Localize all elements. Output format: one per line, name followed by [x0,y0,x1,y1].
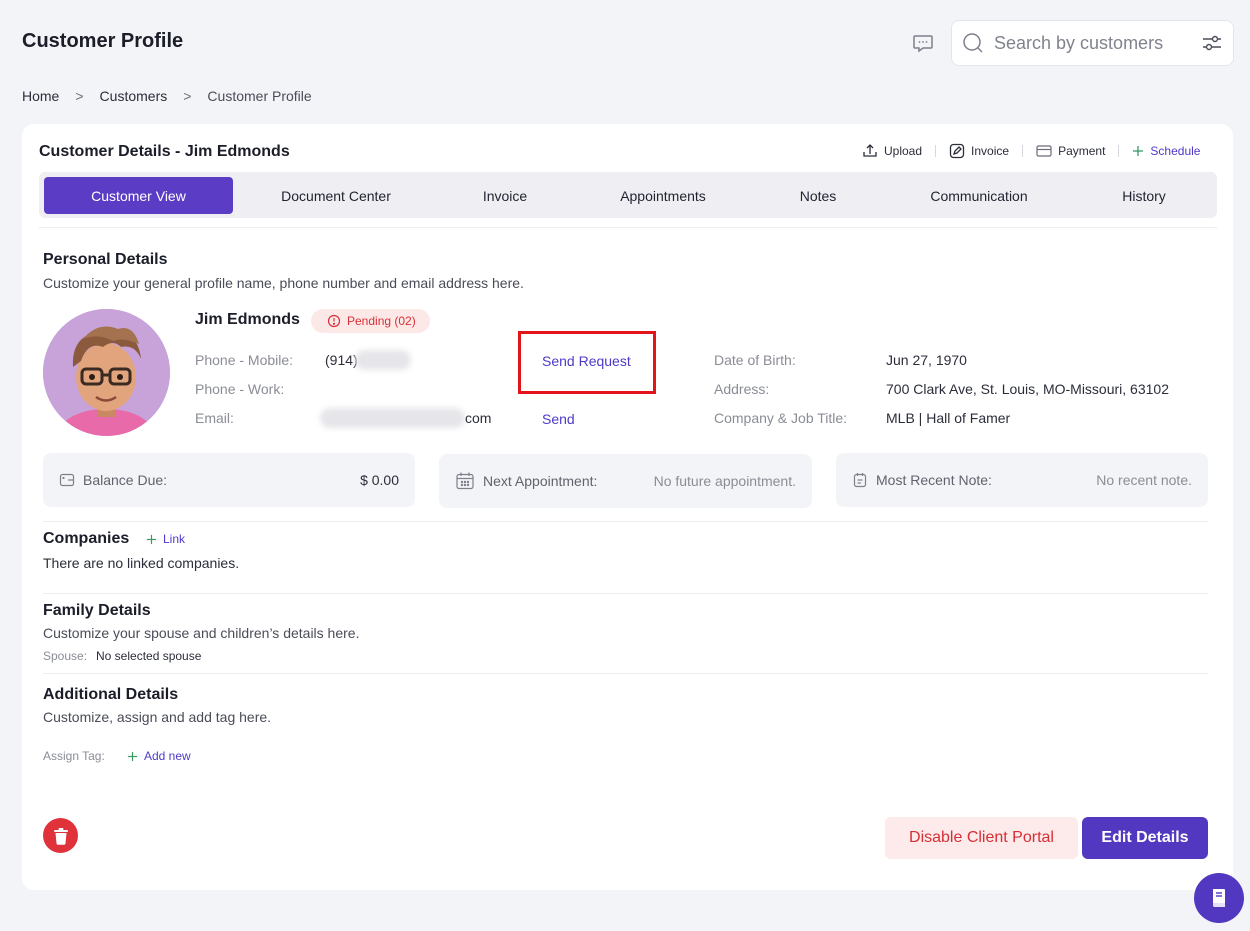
spouse-value: No selected spouse [96,649,202,663]
book-icon [1213,889,1225,907]
breadcrumb-home[interactable]: Home [22,88,59,104]
tab-communication[interactable]: Communication [909,177,1049,214]
dob-label: Date of Birth: [714,352,796,368]
divider [43,521,1208,522]
divider [1022,145,1024,157]
personal-details-subtitle: Customize your general profile name, pho… [43,275,524,291]
schedule-label: Schedule [1150,144,1201,158]
companies-title: Companies [43,530,130,547]
tab-invoice[interactable]: Invoice [449,177,561,214]
company-label: Company & Job Title: [714,410,848,426]
redacted-phone [355,350,411,370]
chat-bubble-icon [913,35,933,53]
status-badge-label: Pending (02) [347,314,416,328]
tab-history[interactable]: History [1092,177,1196,214]
send-email-link[interactable]: Send [542,411,575,427]
upload-label: Upload [884,144,923,158]
card-title: Customer Details - Jim Edmonds [39,143,290,160]
company-value: MLB | Hall of Famer [886,410,1011,426]
avatar-illustration [43,309,170,436]
next-appointment-value: No future appointment. [653,473,796,489]
divider [43,673,1208,674]
plus-icon [127,751,138,761]
schedule-button[interactable]: Schedule [1132,144,1200,158]
recent-note-box: Most Recent Note: No recent note. [836,453,1208,507]
companies-empty-text: There are no linked companies. [43,555,240,571]
trash-icon [53,827,68,845]
dob-value: Jun 27, 1970 [886,352,967,368]
tab-document-center[interactable]: Document Center [250,177,422,214]
calendar-icon [456,472,474,490]
upload-button[interactable]: Upload [862,143,922,159]
breadcrumb-separator: > [183,88,192,104]
breadcrumb-customers[interactable]: Customers [100,88,168,104]
chat-button[interactable] [908,28,938,58]
divider [43,593,1208,594]
tab-notes[interactable]: Notes [772,177,864,214]
tab-customer-view[interactable]: Customer View [44,177,233,214]
add-tag-button[interactable]: Add new [127,749,191,763]
recent-note-label: Most Recent Note: [876,472,992,488]
plus-icon [146,534,157,544]
phone-mobile-label: Phone - Mobile: [195,352,294,368]
card-actions: Upload Invoice Payment Schedule [862,143,1200,159]
search-box [951,20,1234,66]
plus-icon [1133,146,1144,156]
balance-due-label: Balance Due: [83,472,168,488]
additional-details-title: Additional Details [43,686,179,703]
search-input[interactable] [994,32,1201,54]
invoice-label: Invoice [971,144,1010,158]
balance-due-value: $ 0.00 [360,472,399,488]
email-value: com [465,410,492,426]
breadcrumb: Home > Customers > Customer Profile [22,88,312,104]
address-label: Address: [714,381,770,397]
next-appointment-box: Next Appointment: No future appointment. [439,454,812,508]
recent-note-value: No recent note. [1096,472,1192,488]
tab-bar: Customer View Document Center Invoice Ap… [39,172,1217,218]
assign-tag-label: Assign Tag: [43,749,105,763]
family-details-subtitle: Customize your spouse and children’s det… [43,625,360,641]
help-fab-button[interactable] [1194,873,1244,923]
breadcrumb-current: Customer Profile [207,88,312,104]
link-company-label: Link [163,532,186,546]
divider [1118,145,1120,157]
credit-card-icon [1036,145,1052,157]
balance-due-box: Balance Due: $ 0.00 [43,453,415,507]
personal-details-title: Personal Details [43,251,168,268]
wallet-icon [59,473,75,487]
payment-label: Payment [1058,144,1106,158]
alert-circle-icon [327,314,341,328]
upload-icon [863,144,877,157]
redacted-email [320,408,465,428]
divider [39,227,1217,228]
customer-name: Jim Edmonds [195,311,300,328]
edit-pencil-icon [949,143,965,159]
invoice-button[interactable]: Invoice [949,143,1009,159]
phone-work-label: Phone - Work: [195,381,285,397]
link-company-button[interactable]: Link [146,532,185,546]
family-details-title: Family Details [43,602,151,619]
breadcrumb-separator: > [75,88,84,104]
tab-appointments[interactable]: Appointments [597,177,729,214]
disable-client-portal-button[interactable]: Disable Client Portal [885,817,1078,859]
filter-sliders-icon[interactable] [1201,32,1223,54]
phone-mobile-value: (914) [325,352,358,368]
payment-button[interactable]: Payment [1036,143,1105,159]
search-icon [963,33,983,53]
next-appointment-label: Next Appointment: [483,473,598,489]
note-icon [853,473,867,488]
page-title: Customer Profile [22,30,184,52]
address-value: 700 Clark Ave, St. Louis, MO-Missouri, 6… [886,381,1169,397]
spouse-label: Spouse: [43,649,88,663]
avatar [43,309,170,436]
delete-button[interactable] [43,818,78,853]
highlight-box [518,331,656,394]
divider [935,145,937,157]
additional-details-subtitle: Customize, assign and add tag here. [43,709,272,725]
status-badge[interactable]: Pending (02) [311,309,430,333]
email-label: Email: [195,410,234,426]
add-tag-label: Add new [144,749,191,763]
edit-details-button[interactable]: Edit Details [1082,817,1208,859]
